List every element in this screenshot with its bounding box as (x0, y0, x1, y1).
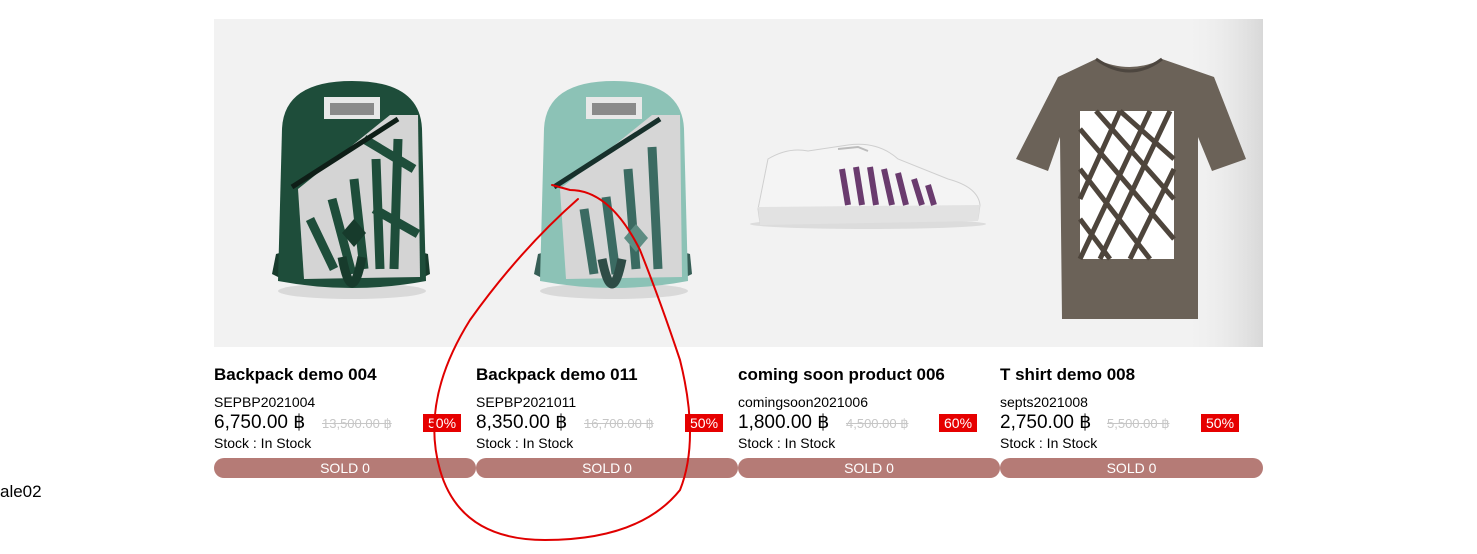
stray-label: ale02 (0, 482, 42, 501)
product-sku: septs2021008 (1000, 394, 1088, 410)
sneaker-image (750, 143, 986, 229)
product-card[interactable]: T shirt demo 008 septs2021008 2,750.00 ฿… (1000, 19, 1263, 479)
product-image[interactable] (476, 19, 738, 347)
stock-status: Stock : In Stock (214, 435, 312, 451)
product-old-price: 4,500.00 ฿ (846, 416, 909, 431)
product-card[interactable]: coming soon product 006 comingsoon202100… (738, 19, 1000, 479)
discount-badge: 60% (939, 414, 978, 432)
sold-count-button[interactable]: SOLD 0 (476, 458, 738, 478)
discount-badge: 50% (1201, 414, 1240, 432)
product-image[interactable] (1000, 19, 1263, 347)
mint-backpack-image (534, 81, 692, 299)
dark-green-backpack-image (272, 81, 430, 299)
product-old-price: 16,700.00 ฿ (584, 416, 654, 431)
product-sku: SEPBP2021004 (214, 394, 316, 410)
discount-badge: 50% (423, 414, 462, 432)
stock-status: Stock : In Stock (476, 435, 574, 451)
product-sku: comingsoon2021006 (738, 394, 868, 410)
product-sku: SEPBP2021011 (476, 394, 577, 410)
product-price: 2,750.00 ฿ (1000, 412, 1092, 433)
sold-count-button[interactable]: SOLD 0 (214, 458, 476, 478)
product-title[interactable]: Backpack demo 011 (476, 365, 638, 385)
discount-badge: 50% (685, 414, 724, 432)
price-row: 8,350.00 ฿ 16,700.00 ฿ 50% (476, 411, 728, 435)
product-card[interactable]: Backpack demo 011 SEPBP2021011 8,350.00 … (476, 19, 738, 479)
product-image[interactable] (214, 19, 476, 347)
product-image[interactable] (738, 19, 1000, 347)
price-row: 2,750.00 ฿ 5,500.00 ฿ 50% (1000, 411, 1252, 435)
sold-count-button[interactable]: SOLD 0 (1000, 458, 1263, 478)
stock-status: Stock : In Stock (1000, 435, 1098, 451)
stock-status: Stock : In Stock (738, 435, 836, 451)
product-title[interactable]: Backpack demo 004 (214, 365, 377, 385)
product-card[interactable]: Backpack demo 004 SEPBP2021004 6,750.00 … (214, 19, 476, 479)
sold-count-button[interactable]: SOLD 0 (738, 458, 1000, 478)
tshirt-image (1016, 19, 1263, 347)
product-old-price: 13,500.00 ฿ (322, 416, 392, 431)
product-price: 1,800.00 ฿ (738, 412, 830, 433)
product-grid: Backpack demo 004 SEPBP2021004 6,750.00 … (214, 19, 1263, 479)
price-row: 1,800.00 ฿ 4,500.00 ฿ 60% (738, 411, 990, 435)
product-old-price: 5,500.00 ฿ (1107, 416, 1170, 431)
product-price: 6,750.00 ฿ (214, 412, 306, 433)
product-title[interactable]: coming soon product 006 (738, 365, 945, 385)
price-row: 6,750.00 ฿ 13,500.00 ฿ 50% (214, 411, 466, 435)
product-price: 8,350.00 ฿ (476, 412, 568, 433)
product-title[interactable]: T shirt demo 008 (1000, 365, 1135, 385)
